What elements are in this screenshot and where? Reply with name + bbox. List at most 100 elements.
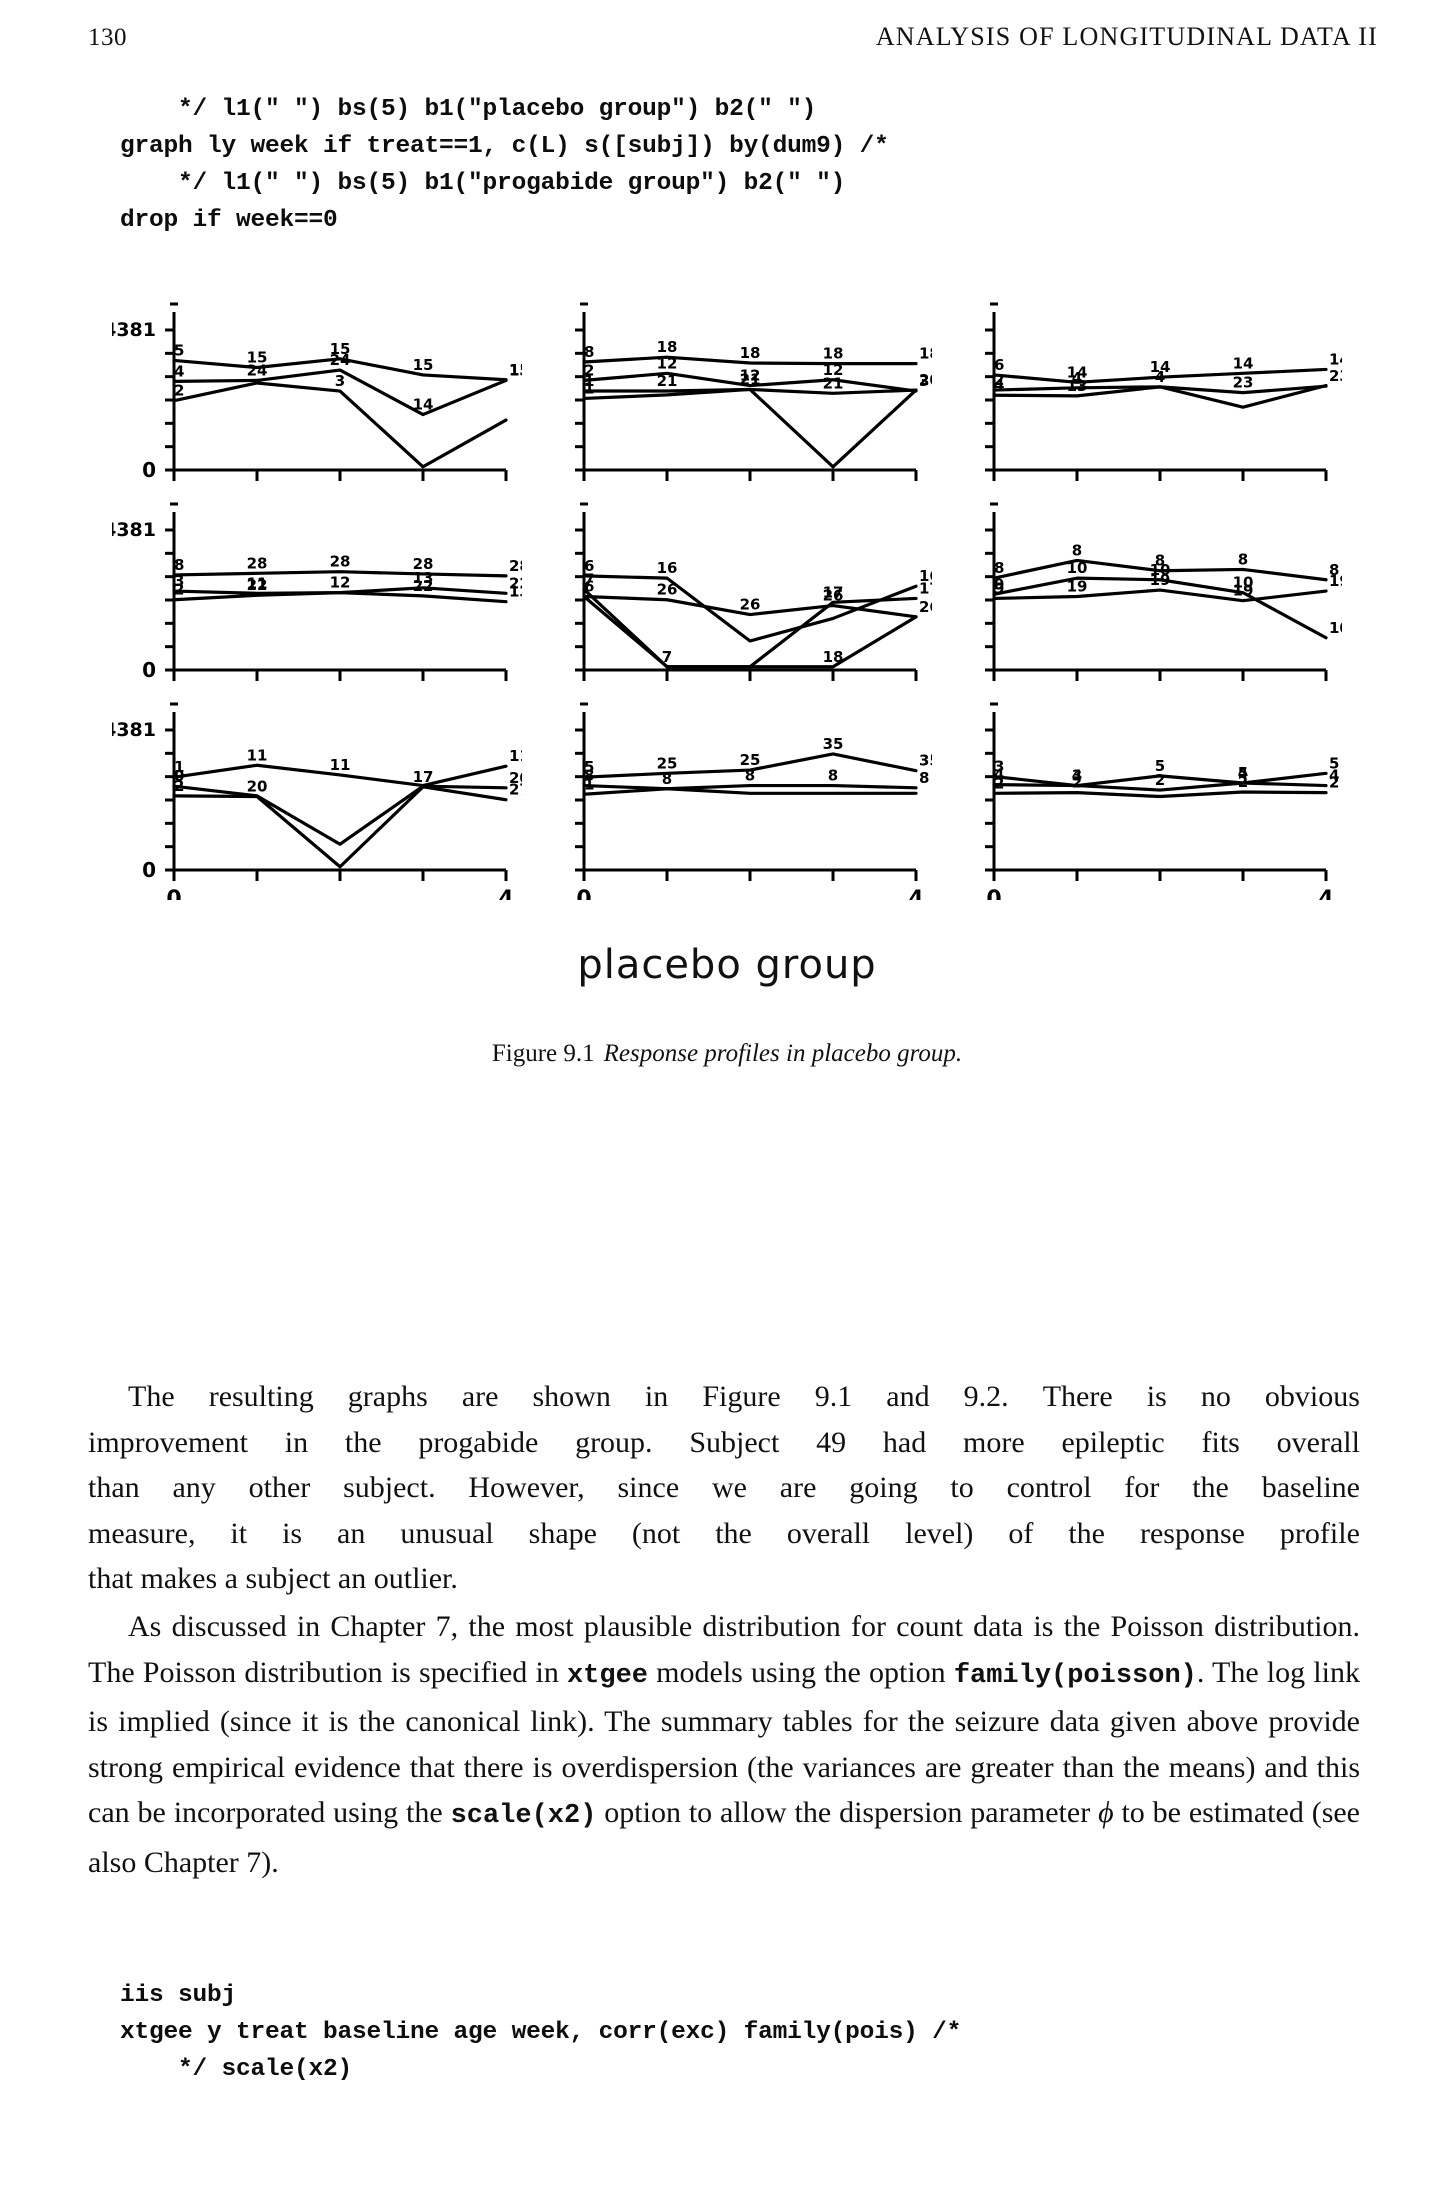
data-point-label: 10 xyxy=(1329,619,1342,637)
data-point-label: 13 xyxy=(509,361,522,379)
data-point-label: 4 xyxy=(1155,368,1165,386)
x-axis-min-label: 0 xyxy=(576,887,591,900)
book-page: 130 ANALYSIS OF LONGITUDINAL DATA II */ … xyxy=(0,0,1448,2204)
x-axis-max-label: 4 xyxy=(908,887,923,900)
figure-panel-7: 4.3438100411111110202201727 xyxy=(112,700,522,900)
paragraph-body: As discussed in Chapter 7, the most plau… xyxy=(88,1604,1360,1886)
word: 9.2. xyxy=(963,1380,1009,1413)
data-point-label: 17 xyxy=(919,579,932,597)
data-point-label: 20 xyxy=(247,778,268,796)
word: unusual xyxy=(400,1516,494,1550)
figure-panel-9: 0433555442442222 xyxy=(932,700,1342,900)
series-line xyxy=(172,381,508,469)
data-point-label: 21 xyxy=(823,374,844,392)
word: overall xyxy=(786,1516,871,1550)
panel-plot-3: 6141414142442323413 xyxy=(985,302,1342,481)
word: than xyxy=(88,1471,140,1505)
data-point-label: 2 xyxy=(994,774,1004,792)
word: other xyxy=(248,1471,311,1505)
text-line: than any other subject. However, since we are go… xyxy=(88,1465,1360,1511)
panel-plot-8: 04525253535888881 xyxy=(575,702,932,900)
data-point-label: 21 xyxy=(657,372,678,390)
data-point-label: 17 xyxy=(413,768,434,786)
data-point-label: 19 xyxy=(1329,572,1342,590)
data-point-label: 35 xyxy=(823,735,844,753)
y-axis-min-label: 0 xyxy=(142,658,156,682)
data-point-label: 11 xyxy=(509,747,522,765)
x-axis-min-label: 0 xyxy=(986,887,1001,900)
data-point-label: 2 xyxy=(174,777,184,795)
y-axis-max-label: 4.34381 xyxy=(112,319,156,341)
series-line xyxy=(582,783,918,791)
data-point-label: 9 xyxy=(994,579,1004,597)
page-number: 130 xyxy=(88,24,127,51)
series-line xyxy=(172,785,508,869)
word: shape xyxy=(528,1516,597,1550)
y-axis-min-label: 0 xyxy=(142,458,156,482)
data-point-label: 26 xyxy=(919,598,932,616)
data-point-label: 8 xyxy=(584,343,594,361)
word: graphs xyxy=(347,1380,428,1413)
data-point-label: 2 xyxy=(174,581,184,599)
figure-panel-4: 4.3438108282828283111213222222213 xyxy=(112,500,522,700)
data-point-label: 1 xyxy=(584,775,594,793)
data-point-label: 13 xyxy=(509,583,522,601)
word: control xyxy=(1006,1471,1092,1505)
word: Subject xyxy=(689,1425,780,1459)
word: going xyxy=(849,1471,918,1505)
data-point-label: 2 xyxy=(1238,773,1248,791)
body-run: option to allow the dispersion parameter xyxy=(596,1796,1099,1830)
data-point-label: 19 xyxy=(1150,571,1171,589)
x-axis-max-label: 4 xyxy=(498,887,513,900)
data-point-label: 26 xyxy=(823,587,844,605)
word: any xyxy=(172,1471,216,1505)
data-point-label: 3 xyxy=(335,372,345,390)
word: the xyxy=(1068,1516,1105,1550)
figure-panel-3: 6141414142442323413 xyxy=(932,300,1342,500)
data-point-label: 24 xyxy=(330,351,351,369)
data-point-label: 14 xyxy=(1233,354,1254,372)
data-point-label: 10 xyxy=(1067,559,1088,577)
word: There xyxy=(1042,1380,1113,1413)
data-point-label: 35 xyxy=(919,752,932,770)
word: in xyxy=(284,1425,309,1459)
data-point-label: 1 xyxy=(584,379,594,397)
word: baseline xyxy=(1261,1471,1360,1505)
panel-plot-5: 6161677171762626262618 xyxy=(575,502,932,681)
data-point-label: 2 xyxy=(1329,774,1339,792)
word: obvious xyxy=(1264,1380,1360,1413)
data-point-label: 22 xyxy=(413,577,434,595)
word: of xyxy=(1008,1516,1034,1550)
data-point-label: 21 xyxy=(740,370,761,388)
running-title: ANALYSIS OF LONGITUDINAL DATA II xyxy=(875,22,1378,51)
inline-code-scale-x2: scale(x2) xyxy=(450,1801,597,1832)
series-line xyxy=(992,790,1328,799)
word: in xyxy=(644,1380,669,1413)
figure-panel-2: 818181818212121231212121201 xyxy=(522,300,932,500)
data-point-label: 18 xyxy=(823,648,844,666)
code-listing-top: */ l1(" ") bs(5) b1("placebo group") b2(… xyxy=(120,95,889,234)
figure-caption-text: Response profiles in placebo group. xyxy=(603,1040,963,1067)
text-line: measure, it is an unusual shape (not the overall… xyxy=(88,1511,1360,1557)
inline-code-xtgee: xtgee xyxy=(566,1660,648,1691)
data-point-label: 27 xyxy=(509,781,522,799)
word: improvement xyxy=(88,1425,248,1459)
running-head: 130 ANALYSIS OF LONGITUDINAL DATA II xyxy=(88,22,1378,52)
phi-symbol: ϕ xyxy=(1098,1796,1114,1830)
data-point-label: 8 xyxy=(745,767,755,785)
text-line: improvement in the progabide group. Subject 49… xyxy=(88,1420,1360,1466)
word: the xyxy=(715,1516,752,1550)
body-run: models using the option xyxy=(648,1655,954,1689)
word: for xyxy=(1124,1471,1160,1505)
data-point-label: 12 xyxy=(330,574,351,592)
x-axis-min-label: 0 xyxy=(166,887,181,900)
data-point-label: 13 xyxy=(1067,377,1088,395)
y-axis-max-label: 4.34381 xyxy=(112,519,156,541)
data-point-label: 14 xyxy=(413,396,434,414)
panel-grid: 4.34381051515151542424141323818181818212… xyxy=(112,300,1342,900)
data-point-label: 2 xyxy=(1072,774,1082,792)
series-line xyxy=(582,787,918,796)
data-point-label: 4 xyxy=(174,362,184,380)
word: more xyxy=(963,1425,1025,1459)
word: overall xyxy=(1276,1425,1360,1459)
